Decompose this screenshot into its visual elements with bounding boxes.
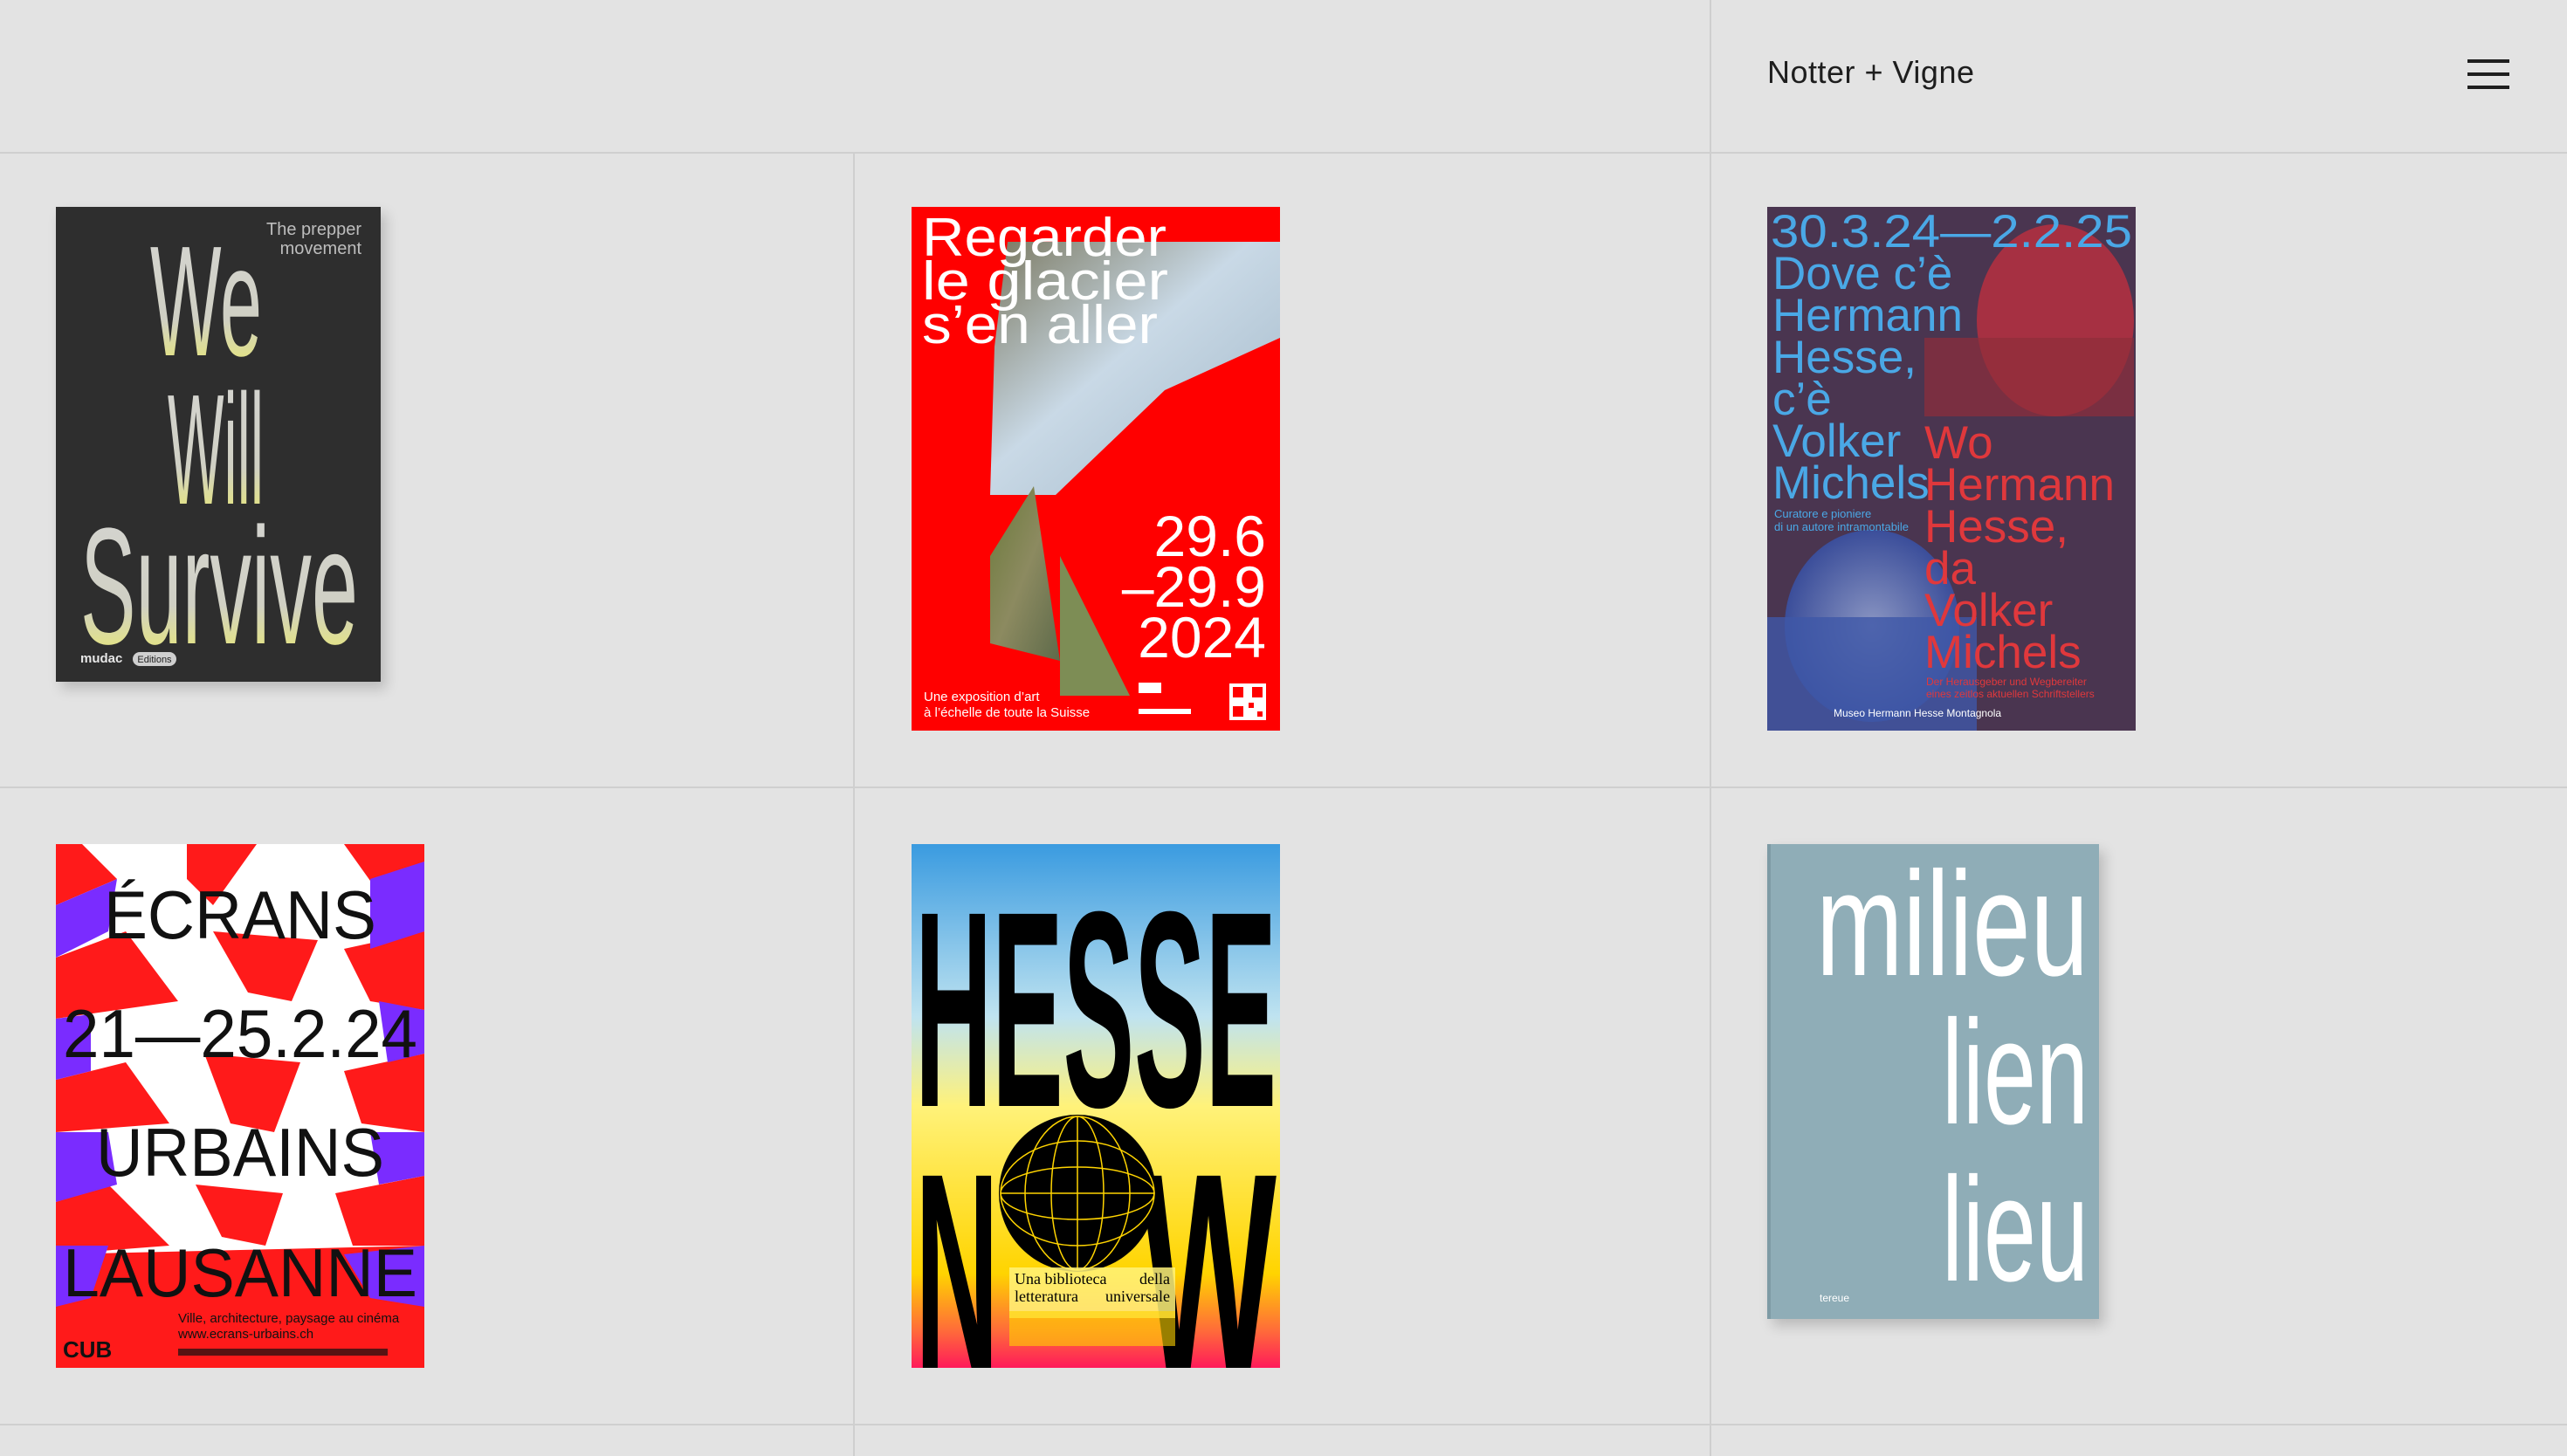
poster-dates: 2024 [1138,605,1266,670]
cub-logo: CUB [63,1336,112,1363]
poster-subtitle-it: di un autore intramontabile [1774,520,1909,533]
brand-name[interactable]: Notter + Vigne [1767,54,1974,91]
hamburger-menu-icon[interactable] [2467,59,2511,91]
grid-divider [853,152,855,1456]
grid-divider [1710,0,1711,1456]
poster-caption: Ville, architecture, paysage au cinéma [178,1311,400,1326]
poster-caption: della [1139,1270,1170,1288]
poster-line2-n: N [915,1115,999,1368]
poster-line1: ÉCRANS [104,876,376,953]
poster-regarder-le-glacier[interactable]: Regarder le glacier s’en aller 29.6 –29.… [912,207,1280,731]
publisher-logo: mudac [80,651,122,666]
poster-line2: URBAINS [96,1114,384,1191]
poster-subtitle-it: Curatore e pioniere [1774,507,1871,520]
poster-subtitle: The prepper [266,220,361,239]
qr-code-icon [1229,683,1266,720]
poster-caption: Una biblioteca [1015,1270,1106,1288]
poster-title-line: s’en aller [922,295,1158,355]
poster-hesse-now[interactable]: HESSE N W Una biblioteca della letteratu… [912,844,1280,1368]
poster-hermann-hesse-volker-michels[interactable]: 30.3.24—2.2.25 Dove c’è Hermann Hesse, c… [1767,207,2136,731]
poster-caption: universale [1105,1288,1170,1305]
poster-caption: à l’échelle de toute la Suisse [924,705,1090,720]
poster-ecrans-urbains[interactable]: ÉCRANS 21—25.2.24 URBAINS LAUSANNE Ville… [56,844,424,1368]
poster-dates: 21—25.2.24 [63,995,417,1072]
poster-subtitle-de: Der Herausgeber und Wegbereiter [1926,676,2087,688]
book-title-line: lien [1942,990,2089,1156]
poster-subtitle-de: eines zeitlos aktuellen Schriftstellers [1926,688,2095,700]
poster-caption: letteratura [1015,1288,1078,1305]
book-milieu-lien-lieu[interactable]: milieu lien lieu tereue [1767,844,2099,1319]
poster-title-it: Michels [1772,457,1930,509]
poster-footer: Museo Hermann Hesse Montagnola [1834,707,2001,719]
grid-cell-next-row [0,1425,853,1456]
publisher-badge: Editions [137,655,172,665]
poster-title-de: Michels [1924,627,2082,678]
poster-subtitle: movement [280,239,362,258]
poster-city: LAUSANNE [63,1234,417,1311]
site-header: Notter + Vigne [0,0,2567,153]
poster-caption: Une exposition d’art [924,690,1040,704]
book-title-line: milieu [1816,844,2089,1007]
poster-caption: www.ecrans-urbains.ch [177,1327,313,1342]
poster-we-will-survive[interactable]: We Will Survive The prepper movement mud… [56,207,381,682]
grid-divider [0,786,2567,788]
publisher-logo: tereue [1820,1292,1849,1304]
book-title-line: lieu [1942,1147,2089,1313]
globe-icon [999,1115,1156,1272]
grid-divider [0,152,2567,154]
